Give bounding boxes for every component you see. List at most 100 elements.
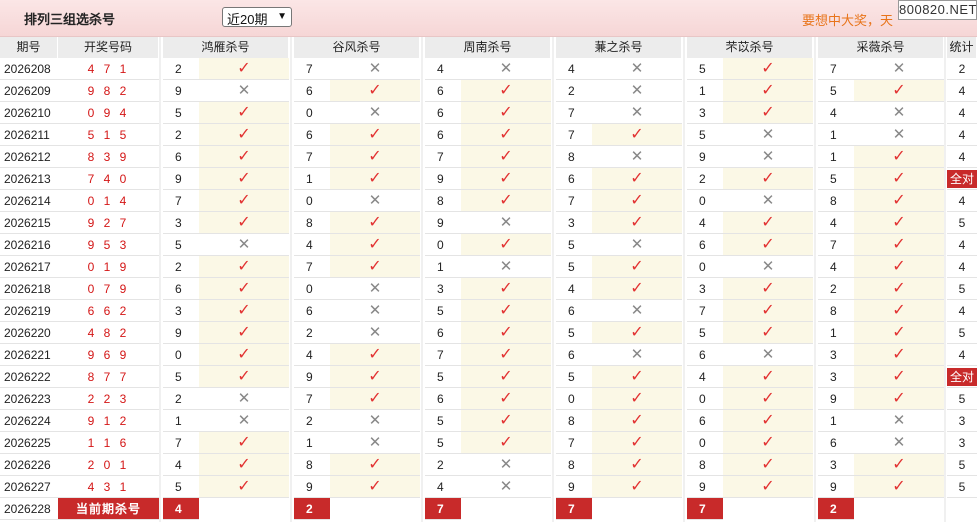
- period-cell: 2026217: [0, 256, 58, 278]
- check-icon: ✓: [199, 300, 289, 322]
- period-range-select[interactable]: 近20期 ▼: [222, 7, 292, 27]
- table-row: 2026225 1 1 6 7 ✓ 1 ✕ 5 ✓ 7 ✓ 0 ✓ 6 ✕ 3: [0, 432, 977, 454]
- cross-icon: ✕: [461, 212, 551, 234]
- kill-number-cell: 7: [163, 432, 199, 454]
- kill-number-cell: 7: [818, 58, 854, 80]
- check-icon: ✓: [199, 124, 289, 146]
- kill-number-cell: 6: [556, 300, 592, 322]
- stat-cell: 4: [947, 234, 977, 256]
- stat-cell: 全对: [947, 168, 977, 190]
- check-icon: ✓: [723, 278, 813, 300]
- kill-number-cell: 8: [687, 454, 723, 476]
- cross-icon: ✕: [723, 146, 813, 168]
- kill-number-cell: 3: [163, 212, 199, 234]
- kill-number-cell: 5: [163, 366, 199, 388]
- kill-number-cell: 7: [294, 146, 330, 168]
- check-icon: ✓: [592, 366, 682, 388]
- kill-number-cell: 9: [687, 146, 723, 168]
- check-icon: ✓: [854, 366, 944, 388]
- kill-number-cell: 7: [687, 300, 723, 322]
- draw-number-cell: 5 1 5: [58, 124, 159, 146]
- stat-cell: 4: [947, 146, 977, 168]
- kill-number-cell: 9: [818, 476, 854, 498]
- col-header-expert: 谷风杀号: [294, 37, 420, 58]
- kill-number-cell: 7: [556, 124, 592, 146]
- table-row: 2026219 6 6 2 3 ✓ 6 ✕ 5 ✓ 6 ✕ 7 ✓ 8 ✓ 4: [0, 300, 977, 322]
- cross-icon: ✕: [592, 300, 682, 322]
- check-icon: ✓: [199, 278, 289, 300]
- kill-number-cell: 4: [294, 234, 330, 256]
- kill-number-cell: 2: [163, 124, 199, 146]
- stat-cell: 4: [947, 300, 977, 322]
- current-kill-number: 7: [556, 498, 592, 520]
- cross-icon: ✕: [330, 300, 420, 322]
- cross-icon: ✕: [330, 432, 420, 454]
- check-icon: ✓: [199, 168, 289, 190]
- period-cell: 2026226: [0, 454, 58, 476]
- check-icon: ✓: [723, 102, 813, 124]
- kill-number-cell: 7: [425, 146, 461, 168]
- check-icon: ✓: [330, 476, 420, 498]
- kill-number-cell: 5: [425, 300, 461, 322]
- kill-number-cell: 9: [163, 80, 199, 102]
- kill-number-cell: 3: [163, 300, 199, 322]
- table-header: 期号 开奖号码 鸿雁杀号 谷风杀号 周南杀号 蒹之杀号 芣苡杀号 采薇杀号 统计: [0, 37, 977, 58]
- kill-number-cell: 8: [294, 454, 330, 476]
- check-icon: ✓: [723, 234, 813, 256]
- site-badge[interactable]: 800820.NET: [898, 0, 977, 20]
- stat-cell: 4: [947, 344, 977, 366]
- table-row: 2026224 9 1 2 1 ✕ 2 ✕ 5 ✓ 8 ✓ 6 ✓ 1 ✕ 3: [0, 410, 977, 432]
- period-cell: 2026224: [0, 410, 58, 432]
- kill-number-cell: 8: [556, 410, 592, 432]
- check-icon: ✓: [854, 454, 944, 476]
- kill-number-cell: 9: [163, 168, 199, 190]
- kill-number-cell: 4: [687, 212, 723, 234]
- draw-number-cell: 1 1 6: [58, 432, 159, 454]
- check-icon: ✓: [330, 168, 420, 190]
- check-icon: ✓: [854, 234, 944, 256]
- stat-cell: 全对: [947, 366, 977, 388]
- check-icon: ✓: [854, 256, 944, 278]
- kill-number-cell: 6: [556, 168, 592, 190]
- table-row: 2026216 9 5 3 5 ✕ 4 ✓ 0 ✓ 5 ✕ 6 ✓ 7 ✓ 4: [0, 234, 977, 256]
- current-period-row: 2026228 当前期杀号 4 2 7 7 7 2: [0, 498, 977, 520]
- check-icon: ✓: [854, 476, 944, 498]
- check-icon: ✓: [199, 190, 289, 212]
- draw-number-cell: 0 1 9: [58, 256, 159, 278]
- kill-number-cell: 6: [687, 344, 723, 366]
- stat-cell: 5: [947, 322, 977, 344]
- current-kill-number: 2: [294, 498, 330, 520]
- kill-number-cell: 3: [818, 454, 854, 476]
- check-icon: ✓: [592, 190, 682, 212]
- kill-number-cell: 0: [294, 102, 330, 124]
- cross-icon: ✕: [330, 410, 420, 432]
- draw-number-cell: 8 7 7: [58, 366, 159, 388]
- kill-number-cell: 6: [818, 432, 854, 454]
- check-icon: ✓: [854, 146, 944, 168]
- kill-number-cell: 2: [556, 80, 592, 102]
- kill-number-cell: 5: [556, 366, 592, 388]
- kill-number-cell: 4: [425, 476, 461, 498]
- draw-number-cell: 4 3 1: [58, 476, 159, 498]
- cross-icon: ✕: [854, 124, 944, 146]
- draw-number-cell: 9 1 2: [58, 410, 159, 432]
- check-icon: ✓: [330, 454, 420, 476]
- kill-number-cell: 5: [687, 322, 723, 344]
- col-header-stat: 统计: [947, 37, 977, 58]
- kill-number-cell: 2: [163, 58, 199, 80]
- kill-number-cell: 0: [294, 190, 330, 212]
- kill-number-cell: 7: [556, 102, 592, 124]
- page-title: 排列三组选杀号: [24, 12, 116, 27]
- period-cell: 2026213: [0, 168, 58, 190]
- current-kill-number: 4: [163, 498, 199, 520]
- kill-number-cell: 3: [425, 278, 461, 300]
- check-icon: ✓: [592, 388, 682, 410]
- check-icon: ✓: [330, 234, 420, 256]
- kill-number-cell: 9: [687, 476, 723, 498]
- period-cell: 2026222: [0, 366, 58, 388]
- kill-number-cell: 0: [163, 344, 199, 366]
- table-row: 2026215 9 2 7 3 ✓ 8 ✓ 9 ✕ 3 ✓ 4 ✓ 4 ✓ 5: [0, 212, 977, 234]
- table-row: 2026209 9 8 2 9 ✕ 6 ✓ 6 ✓ 2 ✕ 1 ✓ 5 ✓ 4: [0, 80, 977, 102]
- check-icon: ✓: [723, 300, 813, 322]
- table-row: 2026222 8 7 7 5 ✓ 9 ✓ 5 ✓ 5 ✓ 4 ✓ 3 ✓ 全对: [0, 366, 977, 388]
